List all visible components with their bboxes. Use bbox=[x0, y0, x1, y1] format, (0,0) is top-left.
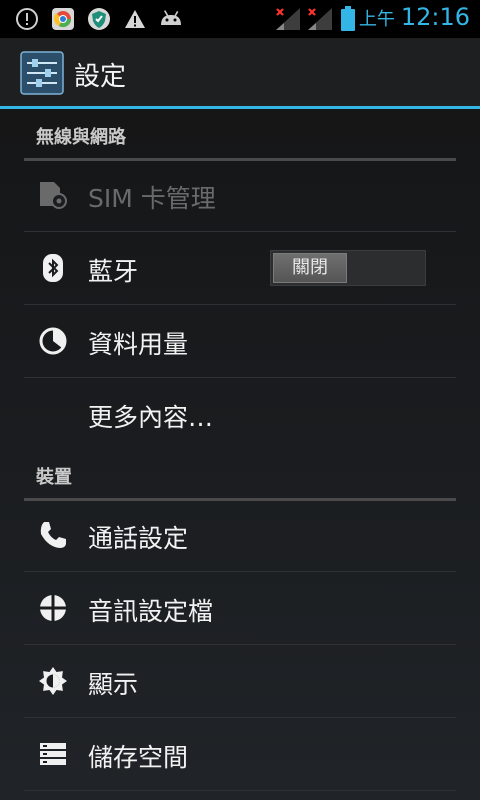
alert-icon bbox=[14, 6, 40, 32]
status-bar: 上午 12:16 bbox=[0, 0, 480, 38]
settings-item-bluetooth[interactable]: 藍牙 關閉 bbox=[24, 232, 456, 305]
settings-item-call[interactable]: 通話設定 bbox=[24, 499, 456, 572]
item-separator bbox=[24, 790, 456, 791]
settings-item-label: 藍牙 bbox=[88, 257, 139, 286]
settings-item-sim[interactable]: SIM 卡管理 bbox=[24, 159, 456, 232]
bluetooth-toggle[interactable]: 關閉 bbox=[270, 250, 426, 286]
toggle-thumb: 關閉 bbox=[273, 253, 347, 283]
settings-screen: 上午 12:16 設定 無線與網路 SIM 卡管理 藍牙 關閉 資料用量 更多內… bbox=[0, 0, 480, 800]
android-icon bbox=[158, 6, 184, 32]
signal-sim2-icon bbox=[306, 6, 334, 32]
storage-icon bbox=[38, 739, 68, 769]
settings-item-label: 通話設定 bbox=[88, 524, 189, 553]
section-header-device: 裝置 bbox=[24, 463, 456, 501]
settings-item-label: 顯示 bbox=[88, 670, 139, 699]
clock-ampm: 上午 bbox=[358, 9, 395, 30]
settings-item-label: 儲存空間 bbox=[88, 743, 189, 772]
settings-item-label: 音訊設定檔 bbox=[88, 597, 214, 626]
action-bar: 設定 bbox=[0, 38, 480, 109]
settings-item-storage[interactable]: 儲存空間 bbox=[24, 718, 456, 791]
audio-profile-icon bbox=[38, 593, 68, 623]
settings-item-label: SIM 卡管理 bbox=[88, 184, 216, 213]
settings-item-display[interactable]: 顯示 bbox=[24, 645, 456, 718]
section-title-wireless: 無線與網路 bbox=[36, 127, 126, 148]
settings-sliders-icon[interactable] bbox=[20, 51, 64, 95]
settings-item-data-usage[interactable]: 資料用量 bbox=[24, 305, 456, 378]
status-clock: 上午 12:16 bbox=[359, 3, 470, 35]
battery-icon bbox=[338, 6, 358, 32]
settings-item-label: 更多內容… bbox=[88, 403, 214, 432]
page-title: 設定 bbox=[74, 62, 127, 92]
action-bar-divider bbox=[0, 106, 480, 109]
sim-card-icon bbox=[38, 180, 68, 210]
settings-item-more[interactable]: 更多內容… bbox=[24, 378, 456, 451]
signal-sim1-icon bbox=[274, 6, 302, 32]
section-header-wireless: 無線與網路 bbox=[24, 123, 456, 161]
chrome-icon bbox=[50, 6, 76, 32]
section-title-device: 裝置 bbox=[36, 467, 72, 488]
clock-time: 12:16 bbox=[400, 3, 470, 31]
settings-item-label: 資料用量 bbox=[88, 330, 189, 359]
phone-icon bbox=[38, 520, 68, 550]
data-usage-icon bbox=[38, 326, 68, 356]
shield-app-icon bbox=[86, 6, 112, 32]
settings-item-audio[interactable]: 音訊設定檔 bbox=[24, 572, 456, 645]
bluetooth-icon bbox=[38, 253, 68, 283]
warning-icon bbox=[122, 6, 148, 32]
brightness-icon bbox=[38, 666, 68, 696]
